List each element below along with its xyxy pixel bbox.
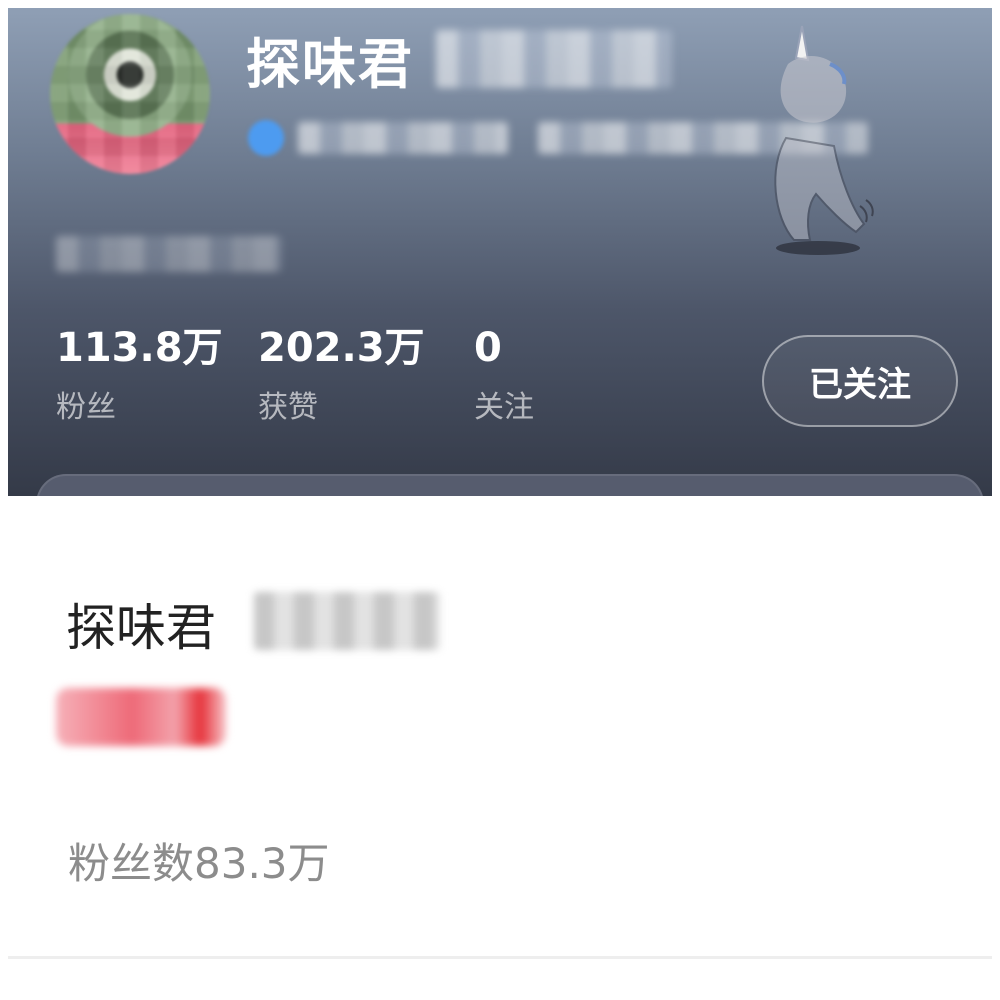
followed-button[interactable]: 已关注 <box>762 335 958 427</box>
stat-following[interactable]: 0 关注 <box>474 326 534 426</box>
following-count-value: 0 <box>474 325 502 371</box>
name-suffix-blurred <box>436 30 672 88</box>
verified-badge-icon <box>248 120 284 156</box>
fans-count-value: 113.8万 <box>56 325 223 371</box>
following-label: 关注 <box>474 390 534 425</box>
profile-name: 探味君 <box>246 33 414 96</box>
likes-label: 获赞 <box>258 390 318 425</box>
stat-fans[interactable]: 113.8万 粉丝 <box>56 326 223 426</box>
unicorn-mascot-icon <box>774 25 874 255</box>
account-fans-count: 粉丝数83.3万 <box>68 839 330 888</box>
screenshot-page: 探味君 113.8万 粉丝 202.3万 获赞 0 关注 已关注 探味君 粉丝数… <box>0 0 1000 1000</box>
content-card-edge <box>36 474 984 496</box>
account-id-blurred <box>298 122 508 154</box>
account-card[interactable]: 探味君 粉丝数83.3万 <box>8 500 992 970</box>
account-name: 探味君 <box>66 599 216 657</box>
account-tag-blurred <box>56 688 226 746</box>
divider <box>8 956 992 959</box>
stat-likes[interactable]: 202.3万 获赞 <box>258 326 425 426</box>
fans-label: 粉丝 <box>56 390 116 425</box>
profile-header: 探味君 113.8万 粉丝 202.3万 获赞 0 关注 已关注 <box>8 8 992 496</box>
account-name-suffix-blurred <box>254 592 440 650</box>
bio-blurred <box>56 236 282 272</box>
likes-count-value: 202.3万 <box>258 325 425 371</box>
avatar[interactable] <box>50 14 210 174</box>
